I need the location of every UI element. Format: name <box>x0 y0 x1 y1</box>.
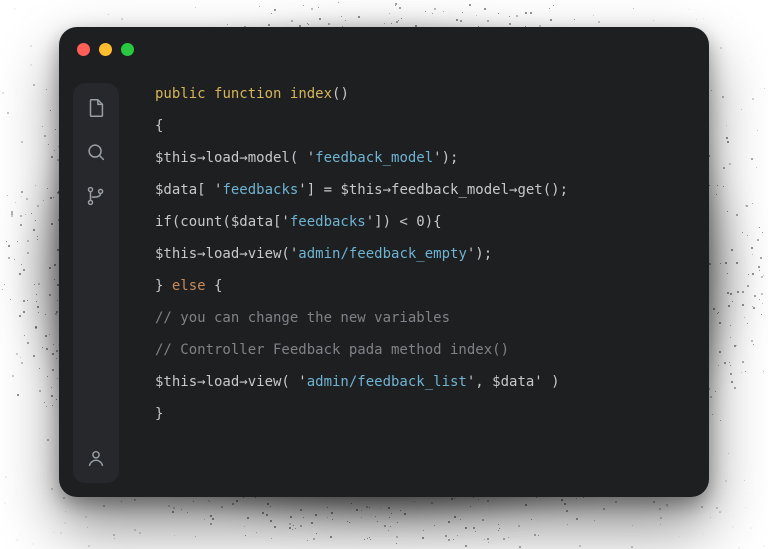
token: function <box>214 86 281 102</box>
code-line: { <box>137 119 691 133</box>
code-line: $this→load→model( 'feedback_model'); <box>137 151 691 165</box>
token: '); <box>433 150 458 166</box>
activity-bar <box>73 83 119 483</box>
git-branch-icon[interactable] <box>85 185 107 207</box>
token: } <box>155 278 172 294</box>
token: $this→load→model( ' <box>155 150 315 166</box>
code-line: $this→load→view( 'admin/feedback_list', … <box>137 375 691 389</box>
token: public <box>155 86 206 102</box>
token: () <box>332 86 349 102</box>
code-window: public function index() { $this→load→model… <box>59 27 709 497</box>
code-line: if(count($data['feedbacks']) < 0){ <box>137 215 691 229</box>
code-line: // you can change the new variables <box>137 311 691 325</box>
token: feedbacks <box>290 214 366 230</box>
token: feedbacks <box>222 182 298 198</box>
token: // you can change the new variables <box>155 310 450 326</box>
search-icon[interactable] <box>85 141 107 163</box>
token: feedback_model <box>315 150 433 166</box>
code-line: $this→load→view('admin/feedback_empty'); <box>137 247 691 261</box>
token: '); <box>467 246 492 262</box>
token: '] = $this→feedback_model→get(); <box>298 182 568 198</box>
token: { <box>155 118 163 134</box>
token: ']) < 0){ <box>366 214 442 230</box>
token: else <box>172 278 206 294</box>
code-editor[interactable]: public function index() { $this→load→model… <box>137 87 691 479</box>
token: if(count($data[' <box>155 214 290 230</box>
token: // Controller Feedback pada method index… <box>155 342 509 358</box>
token: { <box>206 278 223 294</box>
token: admin/feedback_list <box>307 374 467 390</box>
code-line: } <box>137 407 691 421</box>
code-line: } else { <box>137 279 691 293</box>
account-icon[interactable] <box>85 447 107 469</box>
token: $data[ ' <box>155 182 222 198</box>
titlebar <box>59 27 709 71</box>
token: } <box>155 406 163 422</box>
code-line: $data[ 'feedbacks'] = $this→feedback_mod… <box>137 183 691 197</box>
token <box>281 86 289 102</box>
code-line: // Controller Feedback pada method index… <box>137 343 691 357</box>
token: $this→load→view(' <box>155 246 298 262</box>
traffic-zoom[interactable] <box>121 43 134 56</box>
token <box>206 86 214 102</box>
traffic-minimize[interactable] <box>99 43 112 56</box>
code-line: public function index() <box>137 87 691 101</box>
token: admin/feedback_empty <box>298 246 467 262</box>
token: $this→load→view( ' <box>155 374 307 390</box>
stage: public function index() { $this→load→model… <box>0 0 768 549</box>
file-icon[interactable] <box>85 97 107 119</box>
traffic-close[interactable] <box>77 43 90 56</box>
token: index <box>290 86 332 102</box>
token: ', $data' ) <box>467 374 560 390</box>
